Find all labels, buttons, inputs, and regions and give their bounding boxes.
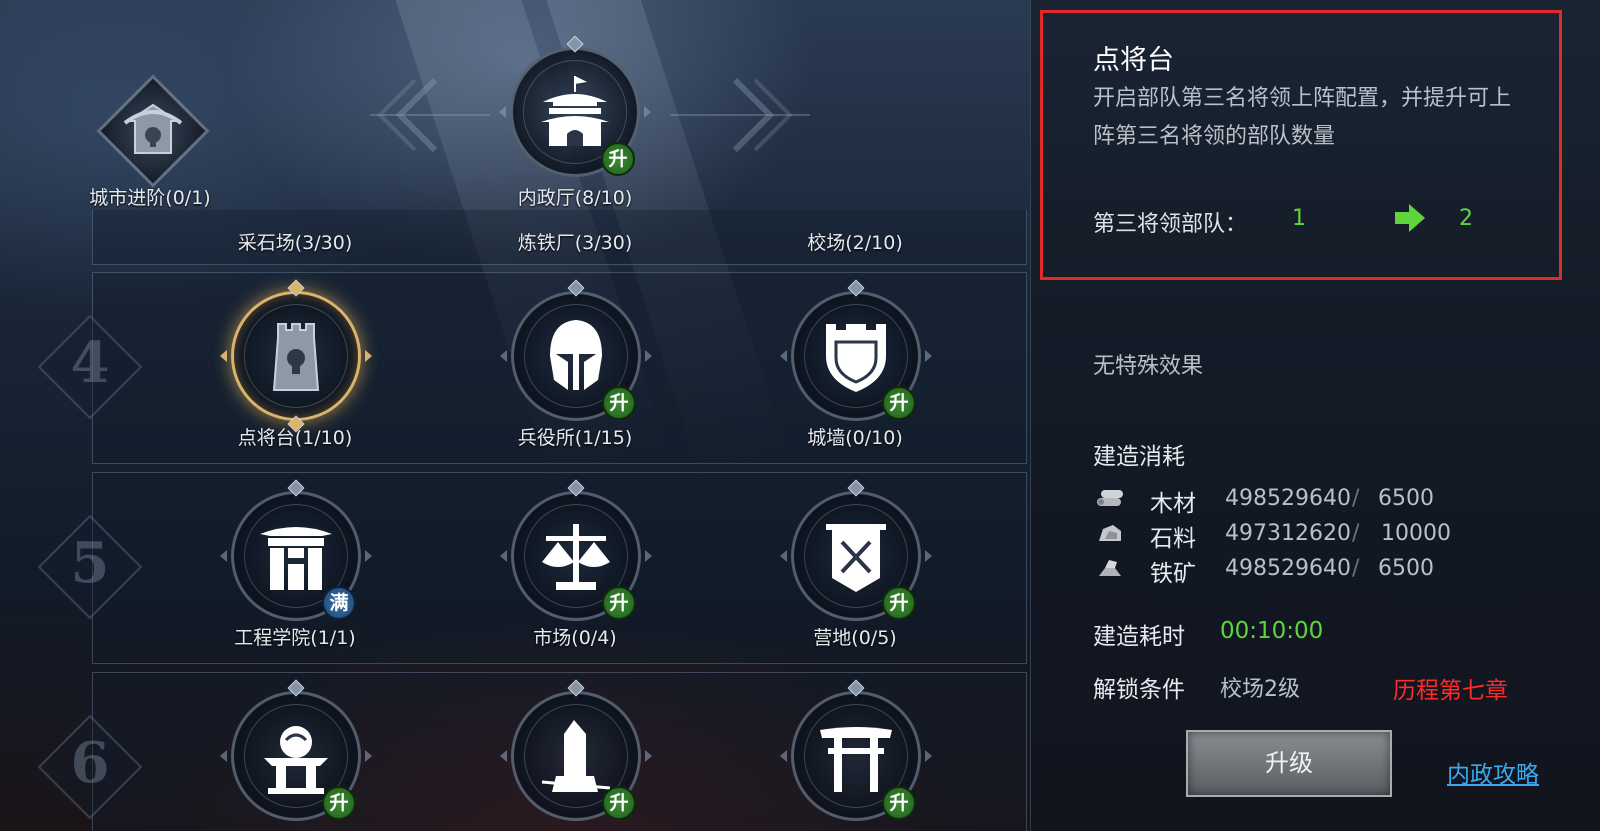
level-number: 4: [70, 330, 110, 396]
cost-have: 497312620: [1225, 521, 1351, 546]
unlock-label: 解锁条件: [1093, 677, 1185, 703]
level-number: 6: [70, 730, 110, 796]
upgrade-badge: 升: [602, 786, 636, 820]
city-wall-label: 城墙(0/10): [807, 427, 903, 449]
stat-label: 第三将领部队：: [1093, 212, 1248, 237]
building-node-torii[interactable]: 升: [780, 679, 932, 826]
barracks-label: 兵役所(1/15): [517, 427, 633, 449]
no-effect-text: 无特殊效果: [1093, 354, 1204, 379]
upgrade-badge: 升: [882, 786, 916, 820]
monument-icon: [541, 720, 611, 792]
cost-name: 铁矿: [1150, 561, 1196, 587]
upgrade-badge: 升: [882, 386, 916, 420]
stat-from-value: 1: [1292, 206, 1306, 231]
wall-shield-icon: [826, 324, 886, 392]
building-node-engineering-academy[interactable]: 满: [220, 479, 372, 626]
gate-icon: [260, 527, 332, 590]
stone-icon: [1099, 525, 1121, 541]
level-number: 5: [70, 530, 110, 596]
building-node-monument[interactable]: 升: [500, 679, 652, 826]
palace-icon: [541, 76, 609, 146]
cost-separator: /: [1352, 521, 1360, 546]
guide-link[interactable]: 内政攻略: [1447, 755, 1539, 789]
upgrade-button[interactable]: 升级: [1186, 730, 1392, 797]
cost-name: 木材: [1150, 491, 1196, 517]
torii-gate-icon: [820, 727, 892, 792]
engineering-academy-label: 工程学院(1/1): [234, 627, 356, 649]
building-node-city-wall[interactable]: 升: [780, 279, 932, 426]
building-title: 点将台: [1093, 45, 1174, 76]
altar-icon: [264, 726, 328, 794]
unlock-requirement: 校场2级: [1220, 677, 1300, 702]
locked-tower-icon: [272, 323, 320, 391]
cost-name: 石料: [1150, 526, 1196, 552]
cost-have: 498529640: [1225, 486, 1351, 511]
cost-need: 10000: [1381, 521, 1451, 546]
general-platform-label: 点将台(1/10): [237, 427, 353, 449]
arrow-right-icon: [1395, 204, 1425, 232]
cost-have: 498529640: [1225, 556, 1351, 581]
helmet-icon: [550, 320, 602, 390]
description-line1: 开启部队第三名将领上阵配置，并提升可上: [1093, 86, 1512, 111]
building-node-camp[interactable]: 升: [780, 479, 932, 626]
time-label: 建造耗时: [1093, 624, 1185, 650]
drill-ground-label[interactable]: 校场(2/10): [745, 228, 965, 255]
scales-icon: [542, 524, 610, 590]
max-level-badge: 满: [322, 586, 356, 620]
city-advance-label: 城市进阶(0/1): [89, 187, 211, 209]
upgrade-badge: 升: [322, 786, 356, 820]
upgrade-badge: 升: [882, 586, 916, 620]
building-node-altar[interactable]: 升: [220, 679, 372, 826]
cost-need: 6500: [1378, 556, 1434, 581]
upgrade-badge: 升: [602, 586, 636, 620]
building-node-palace[interactable]: 升: [499, 35, 651, 182]
cost-title: 建造消耗: [1093, 444, 1185, 470]
quarry-label[interactable]: 采石场(3/30): [185, 228, 405, 255]
building-node-general-platform[interactable]: [220, 279, 372, 433]
stat-to-value: 2: [1459, 206, 1473, 231]
city-advance-node[interactable]: [96, 74, 210, 188]
cost-separator: /: [1352, 556, 1360, 581]
banner-swords-icon: [826, 524, 886, 592]
iron-ore-icon: [1099, 560, 1121, 576]
cost-separator: /: [1352, 486, 1360, 511]
upgrade-badge: 升: [601, 142, 635, 176]
cost-need: 6500: [1378, 486, 1434, 511]
palace-label: 内政厅(8/10): [517, 187, 633, 209]
unlock-requirement-unmet: 历程第七章: [1393, 678, 1508, 704]
building-node-market[interactable]: 升: [500, 479, 652, 626]
market-label: 市场(0/4): [533, 627, 617, 649]
locked-pavilion-icon: [123, 103, 183, 154]
time-value: 00:10:00: [1220, 618, 1324, 644]
building-node-barracks[interactable]: 升: [500, 279, 652, 426]
ironworks-label[interactable]: 炼铁厂(3/30): [465, 228, 685, 255]
camp-label: 营地(0/5): [813, 627, 897, 649]
upgrade-badge: 升: [602, 386, 636, 420]
description-line2: 阵第三名将领的部队数量: [1093, 124, 1336, 149]
wood-icon: [1097, 490, 1123, 506]
